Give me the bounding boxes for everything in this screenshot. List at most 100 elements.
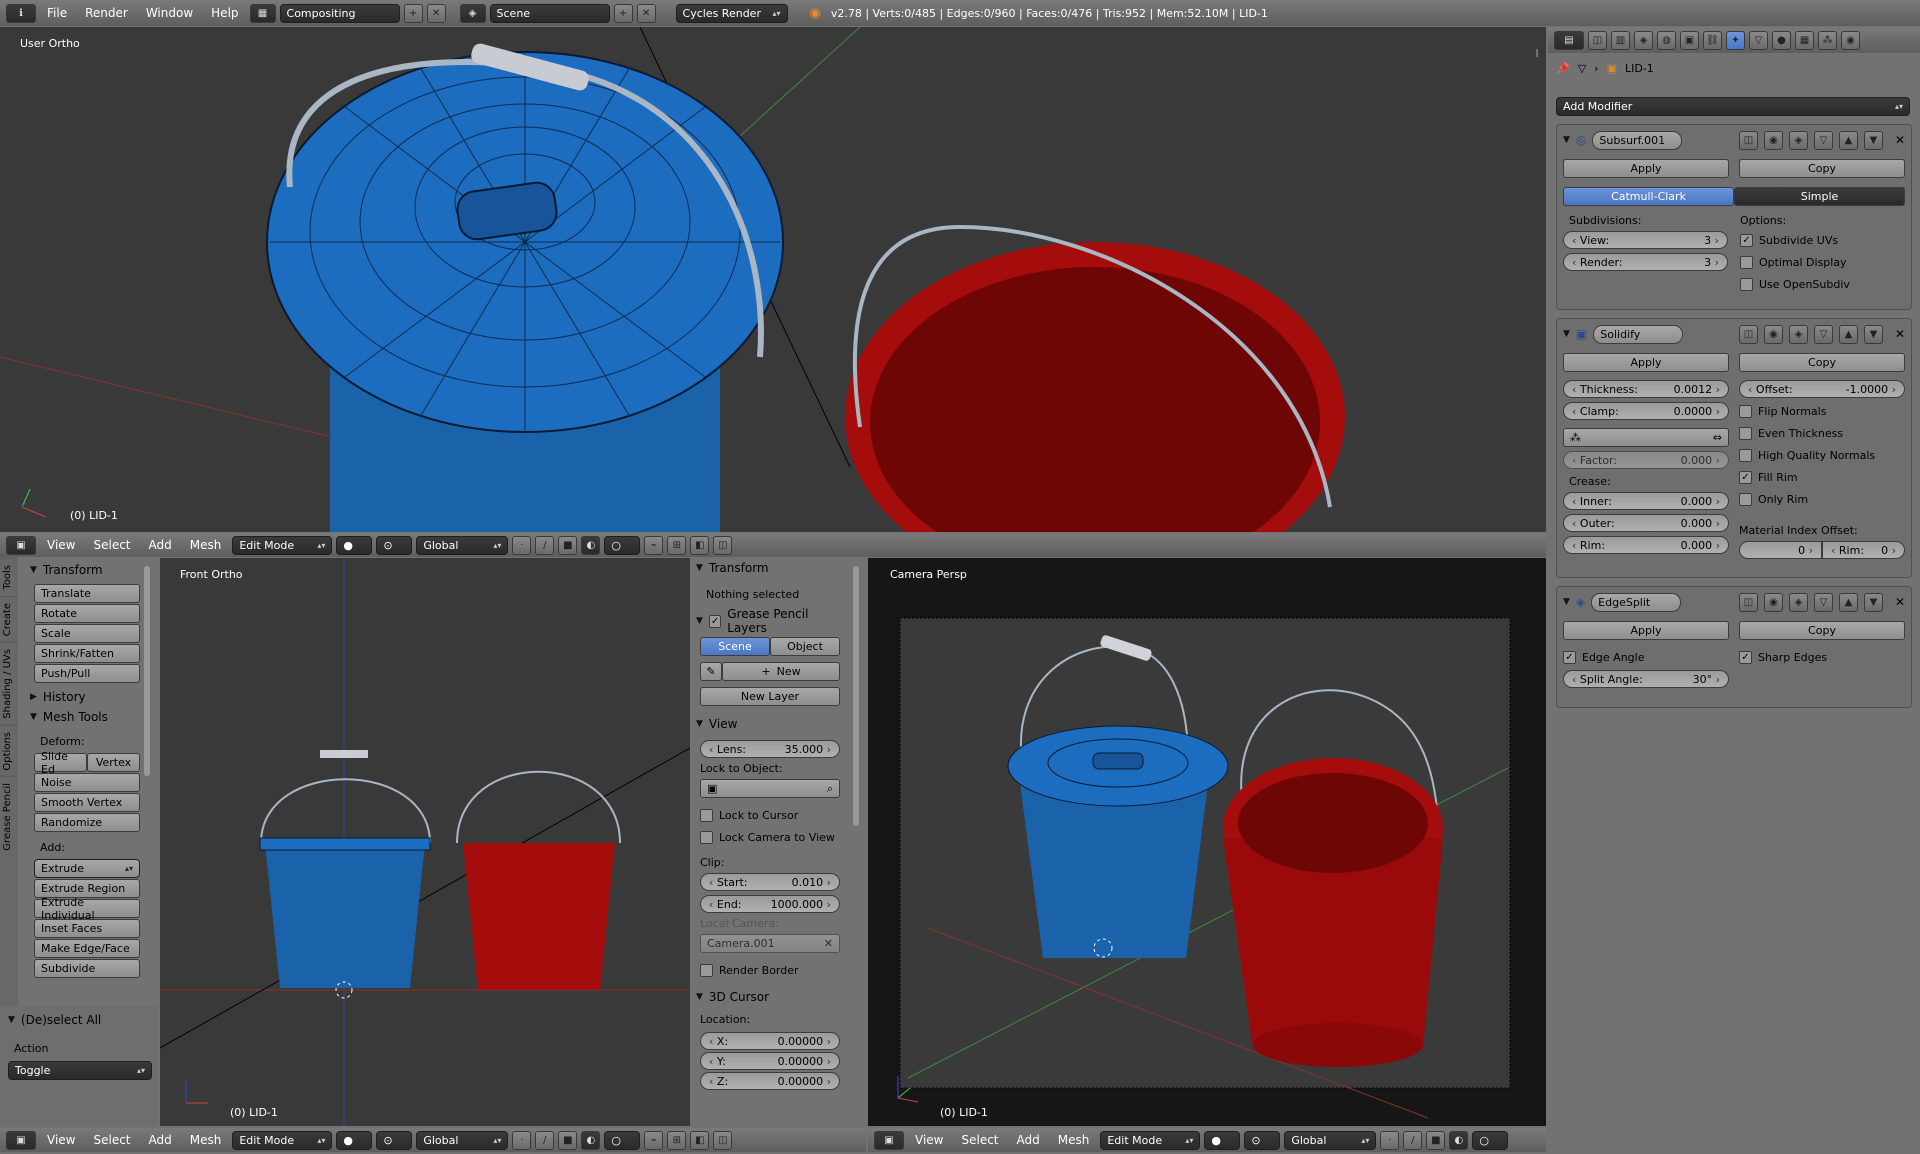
snap-icon[interactable]: ⌁ (644, 1130, 664, 1150)
render-border-checkbox[interactable]: Render Border (700, 961, 840, 979)
occlude-icon[interactable]: ◐ (581, 535, 601, 555)
history-panel-header[interactable]: ▶ History (24, 687, 152, 707)
proportional-select[interactable]: ○ (604, 1130, 641, 1150)
screen-layout-select[interactable]: Compositing (279, 3, 400, 23)
grease-enable-checkbox[interactable]: ✓ (708, 614, 722, 628)
menu-add[interactable]: Add (142, 538, 179, 552)
rotate-button[interactable]: Rotate (34, 604, 140, 623)
expand-arrow-icon[interactable]: ▼ (1563, 329, 1570, 339)
render-toggle-icon[interactable]: ◫ (1738, 592, 1758, 612)
data-tab-icon[interactable]: ▽ (1749, 30, 1768, 50)
texture-tab-icon[interactable]: ▦ (1795, 30, 1814, 50)
camera-render-icon[interactable]: ◫ (713, 535, 733, 555)
move-up-icon[interactable]: ▲ (1838, 592, 1858, 612)
vertex-slide-button[interactable]: Vertex (87, 753, 140, 772)
lock-object-field[interactable]: ▣ ⌕ (700, 779, 840, 798)
grease-pencil-header[interactable]: ▼ ✓ Grease Pencil Layers (696, 607, 844, 635)
menu-add[interactable]: Add (142, 1133, 179, 1147)
pivot-select[interactable]: ⊙ (1244, 1130, 1281, 1150)
object-tab-icon[interactable]: ▣ (1680, 30, 1699, 50)
menu-window[interactable]: Window (139, 6, 200, 20)
mesh-tools-panel-header[interactable]: ▼ Mesh Tools (24, 707, 152, 727)
solidify-copy-button[interactable]: Copy (1739, 353, 1905, 372)
constraints-tab-icon[interactable]: ⛓ (1703, 30, 1722, 50)
orientation-select[interactable]: Global ▴▾ (416, 1130, 509, 1150)
pencil-icon[interactable]: ✎ (700, 662, 722, 681)
info-editor-icon[interactable]: ℹ (6, 3, 36, 23)
view-panel-header[interactable]: ▼ View (696, 714, 844, 734)
expand-arrow-icon[interactable]: ▼ (1563, 597, 1570, 607)
add-screen-icon[interactable]: + (403, 3, 423, 23)
edgesplit-apply-button[interactable]: Apply (1563, 621, 1729, 640)
remove-modifier-icon[interactable]: ✕ (1895, 327, 1905, 341)
translate-button[interactable]: Translate (34, 584, 140, 603)
transform-n-header[interactable]: ▼ Transform (696, 558, 844, 578)
subdiv-view-field[interactable]: View:3 (1563, 231, 1728, 249)
move-up-icon[interactable]: ▲ (1838, 324, 1858, 344)
shading-select[interactable]: ● (336, 1130, 373, 1150)
orientation-select[interactable]: Global ▴▾ (416, 535, 509, 555)
subsurf-copy-button[interactable]: Copy (1739, 159, 1905, 178)
vertex-select-icon[interactable]: · (512, 1130, 532, 1150)
lock-camera-checkbox[interactable]: Lock Camera to View (700, 828, 840, 846)
tab-create[interactable]: Create (0, 595, 18, 642)
menu-render[interactable]: Render (78, 6, 135, 20)
viewport-user-ortho[interactable]: User Ortho (0) LID-1 (0, 27, 1546, 532)
push-pull-button[interactable]: Push/Pull (34, 664, 140, 683)
add-scene-icon[interactable]: + (613, 3, 633, 23)
move-down-icon[interactable]: ▼ (1863, 592, 1883, 612)
tab-tools[interactable]: Tools (0, 558, 18, 596)
high-quality-normals-checkbox[interactable]: High Quality Normals (1739, 446, 1905, 464)
tab-shading-uvs[interactable]: Shading / UVs (0, 641, 18, 725)
cage-toggle-icon[interactable]: ▽ (1813, 324, 1833, 344)
layers-tab-icon[interactable]: ▥ (1611, 30, 1630, 50)
close-icon[interactable]: ✕ (824, 937, 833, 950)
subdivide-uvs-checkbox[interactable]: ✓ Subdivide UVs (1740, 231, 1905, 249)
clip-start-field[interactable]: Start:0.010 (700, 873, 840, 891)
editmode-toggle-icon[interactable]: ◈ (1788, 130, 1808, 150)
render-toggle-icon[interactable]: ◫ (1738, 130, 1758, 150)
fill-rim-checkbox[interactable]: ✓ Fill Rim (1739, 468, 1905, 486)
scale-button[interactable]: Scale (34, 624, 140, 643)
split-angle-field[interactable]: Split Angle:30° (1563, 670, 1729, 688)
remove-scene-icon[interactable]: ✕ (636, 3, 656, 23)
n-panel-scrollbar[interactable] (853, 566, 859, 826)
tab-grease-pencil[interactable]: Grease Pencil (0, 776, 18, 857)
menu-select[interactable]: Select (86, 1133, 137, 1147)
display-toggle-icon[interactable]: ◉ (1763, 592, 1783, 612)
render-toggle-icon[interactable]: ◫ (1738, 324, 1758, 344)
add-modifier-select[interactable]: Add Modifier ▴▾ (1556, 97, 1910, 116)
edge-angle-checkbox[interactable]: ✓ Edge Angle (1563, 648, 1729, 666)
invert-icon[interactable]: ⇔ (1713, 431, 1722, 444)
clip-end-field[interactable]: End:1000.000 (700, 895, 840, 913)
crease-outer-field[interactable]: Outer:0.000 (1563, 514, 1729, 532)
menu-mesh[interactable]: Mesh (183, 538, 229, 552)
extrude-select[interactable]: Extrude ▴▾ (34, 859, 140, 878)
vertex-select-icon[interactable]: · (1380, 1130, 1400, 1150)
face-select-icon[interactable]: ■ (558, 1130, 578, 1150)
subdiv-render-field[interactable]: Render:3 (1563, 253, 1728, 271)
factor-field[interactable]: Factor:0.000 (1563, 451, 1729, 469)
world-tab-icon[interactable]: ◍ (1657, 30, 1676, 50)
make-edge-face-button[interactable]: Make Edge/Face (34, 939, 140, 958)
cursor-x-field[interactable]: X:0.00000 (700, 1032, 840, 1050)
noise-button[interactable]: Noise (34, 773, 140, 792)
material-tab-icon[interactable]: ● (1772, 30, 1791, 50)
local-camera-field[interactable]: Camera.001 ✕ (700, 934, 840, 953)
inset-faces-button[interactable]: Inset Faces (34, 919, 140, 938)
menu-mesh[interactable]: Mesh (183, 1133, 229, 1147)
subsurf-apply-button[interactable]: Apply (1563, 159, 1729, 178)
crease-inner-field[interactable]: Inner:0.000 (1563, 492, 1729, 510)
render-engine-select[interactable]: Cycles Render ▴▾ (675, 3, 788, 23)
tab-scene[interactable]: Scene (700, 637, 770, 656)
viewport-front-ortho[interactable]: Front Ortho (0) LID-1 (160, 558, 690, 1126)
extrude-individual-button[interactable]: Extrude Individual (34, 896, 140, 922)
cage-toggle-icon[interactable]: ▽ (1813, 592, 1833, 612)
editor-type-icon[interactable]: ▣ (874, 1130, 904, 1150)
clamp-field[interactable]: Clamp:0.0000 (1563, 402, 1729, 420)
cursor-y-field[interactable]: Y:0.00000 (700, 1052, 840, 1070)
cursor-z-field[interactable]: Z:0.00000 (700, 1072, 840, 1090)
camera-render-icon[interactable]: ◫ (713, 1130, 733, 1150)
remove-screen-icon[interactable]: ✕ (426, 3, 446, 23)
screen-layout-icon[interactable]: ▦ (249, 3, 276, 23)
